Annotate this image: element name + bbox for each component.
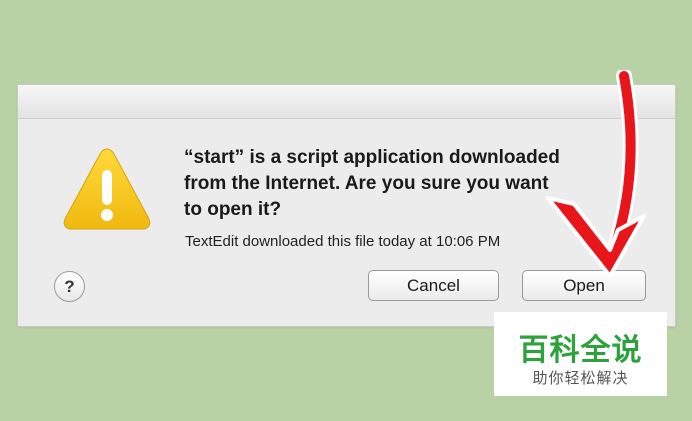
help-button[interactable]: ? (54, 271, 85, 302)
watermark-logo: 百科全说 助你轻松解决 (494, 312, 667, 396)
watermark-subtitle: 助你轻松解决 (532, 370, 629, 387)
watermark-title: 百科全说 (518, 334, 643, 367)
cancel-button[interactable]: Cancel (368, 270, 499, 301)
red-arrow-icon (546, 70, 646, 278)
warning-icon (63, 148, 151, 230)
